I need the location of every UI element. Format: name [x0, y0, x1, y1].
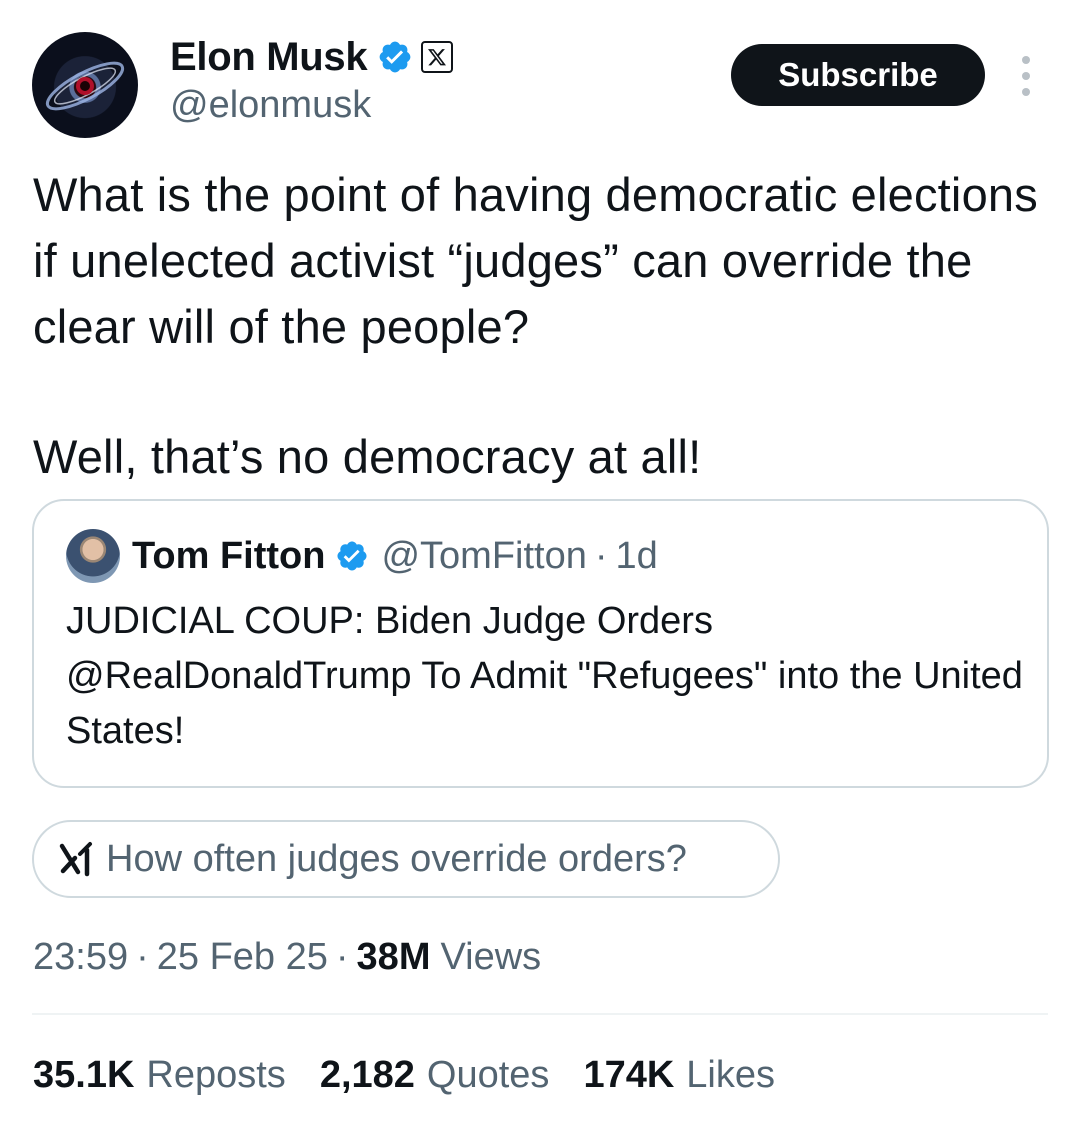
more-dot: [1022, 88, 1030, 96]
quotes-stat[interactable]: 2,182 Quotes: [320, 1054, 550, 1097]
meta-separator: ·: [335, 935, 349, 978]
post-time[interactable]: 23:59: [33, 936, 128, 979]
quoted-author-name: Tom Fitton: [132, 534, 326, 577]
grok-prompt-text: How often judges override orders?: [106, 837, 687, 880]
verified-badge-icon: [337, 541, 367, 571]
more-vertical-icon[interactable]: [1012, 56, 1040, 96]
quoted-post-card[interactable]: Tom Fitton @TomFitton · 1d JUDICIAL COUP…: [32, 499, 1049, 788]
more-dot: [1022, 56, 1030, 64]
quoted-post-header: Tom Fitton @TomFitton · 1d: [132, 531, 658, 581]
post-date[interactable]: 25 Feb 25: [157, 936, 328, 979]
author-handle[interactable]: @elonmusk: [170, 84, 371, 127]
grok-icon: [59, 842, 92, 877]
quoted-author-handle: @TomFitton: [381, 534, 587, 577]
views-count: 38M: [356, 935, 431, 978]
author-display-name[interactable]: Elon Musk: [170, 35, 368, 80]
author-name-row: Elon Musk: [170, 32, 454, 82]
tweet-detail: Elon Musk @elonmusk Subscribe What is th…: [0, 0, 1080, 1127]
stat-label: Quotes: [426, 1053, 550, 1096]
meta-separator: ·: [594, 534, 608, 577]
post-paragraph: Well, that’s no democracy at all!: [33, 430, 702, 483]
x-logo-icon[interactable]: [421, 41, 454, 73]
meta-separator: ·: [136, 935, 149, 978]
grok-prompt-chip[interactable]: How often judges override orders?: [32, 820, 780, 898]
more-dot: [1022, 72, 1030, 80]
post-text: What is the point of having democratic e…: [33, 162, 1053, 490]
quoted-post-age: 1d: [615, 534, 658, 577]
stat-count: 174K: [583, 1053, 675, 1096]
quoted-post-text: JUDICIAL COUP: Biden Judge Orders @RealD…: [66, 600, 1023, 752]
quoted-author-avatar: [66, 529, 120, 583]
views-label: Views: [440, 935, 542, 978]
post-paragraph: What is the point of having democratic e…: [33, 168, 1038, 353]
likes-stat[interactable]: 174K Likes: [583, 1054, 775, 1097]
author-avatar[interactable]: [32, 32, 138, 138]
engagement-stats: 35.1K Reposts 2,182 Quotes 174K Likes: [33, 1050, 809, 1100]
post-meta: 23:59 · 25 Feb 25 · 38M Views: [33, 932, 541, 982]
stat-count: 35.1K: [33, 1053, 135, 1096]
stat-count: 2,182: [319, 1053, 415, 1096]
stat-label: Reposts: [146, 1053, 286, 1096]
subscribe-button[interactable]: Subscribe: [731, 44, 985, 106]
divider: [32, 1013, 1048, 1015]
verified-badge-icon[interactable]: [377, 39, 413, 75]
reposts-stat[interactable]: 35.1K Reposts: [33, 1054, 286, 1097]
stat-label: Likes: [686, 1053, 775, 1096]
